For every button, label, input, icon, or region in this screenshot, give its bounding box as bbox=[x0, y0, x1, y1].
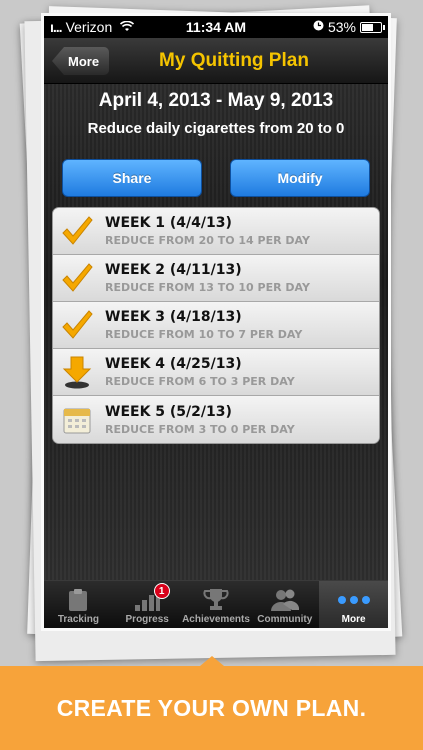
tab-label: Progress bbox=[125, 614, 169, 625]
week-title: WEEK 1 (4/4/13) bbox=[105, 215, 232, 231]
more-dots-icon bbox=[337, 586, 371, 614]
carrier-name: Verizon bbox=[65, 19, 113, 35]
week-title: WEEK 3 (4/18/13) bbox=[105, 309, 242, 325]
status-bar: ı... Verizon 11:34 AM 53% bbox=[44, 16, 388, 38]
tab-label: Community bbox=[257, 614, 313, 625]
tab-label: Achievements bbox=[182, 614, 250, 625]
week-row-4[interactable]: WEEK 4 (4/25/13) REDUCE FROM 6 TO 3 PER … bbox=[53, 349, 379, 396]
tab-bar: Tracking 1 Progress Achievements Communi… bbox=[44, 580, 388, 628]
tab-label: Tracking bbox=[57, 614, 99, 625]
action-buttons: Share Modify bbox=[44, 159, 388, 197]
wifi-icon bbox=[120, 20, 135, 35]
tab-tracking[interactable]: Tracking bbox=[44, 581, 113, 628]
checkmark-icon bbox=[59, 260, 95, 296]
plan-date-range: April 4, 2013 - May 9, 2013 bbox=[98, 90, 334, 111]
week-goal: REDUCE FROM 10 TO 7 PER DAY bbox=[105, 328, 303, 341]
plan-content: April 4, 2013 - May 9, 2013 Reduce daily… bbox=[44, 84, 388, 580]
phone-screen: ı... Verizon 11:34 AM 53% More My Quitti… bbox=[44, 16, 388, 628]
week-goal: REDUCE FROM 6 TO 3 PER DAY bbox=[105, 375, 295, 388]
week-row-5[interactable]: WEEK 5 (5/2/13) REDUCE FROM 3 TO 0 PER D… bbox=[53, 396, 379, 443]
week-title: WEEK 4 (4/25/13) bbox=[105, 356, 242, 372]
current-arrow-icon bbox=[59, 354, 95, 390]
week-goal: REDUCE FROM 13 TO 10 PER DAY bbox=[105, 281, 310, 294]
share-button[interactable]: Share bbox=[62, 159, 202, 197]
clipboard-icon bbox=[68, 586, 88, 614]
tab-progress[interactable]: 1 Progress bbox=[113, 581, 182, 628]
navigation-bar: More My Quitting Plan bbox=[44, 38, 388, 84]
tab-achievements[interactable]: Achievements bbox=[182, 581, 251, 628]
notification-badge: 1 bbox=[153, 583, 170, 599]
tab-more[interactable]: More bbox=[319, 581, 388, 628]
week-goal: REDUCE FROM 3 TO 0 PER DAY bbox=[105, 422, 295, 436]
people-icon bbox=[270, 586, 300, 614]
alarm-clock-icon bbox=[313, 20, 324, 34]
tab-community[interactable]: Community bbox=[250, 581, 319, 628]
week-title: WEEK 2 (4/11/13) bbox=[105, 262, 242, 278]
promo-banner: CREATE YOUR OWN PLAN. bbox=[0, 656, 423, 750]
week-row-1[interactable]: WEEK 1 (4/4/13) REDUCE FROM 20 TO 14 PER… bbox=[53, 208, 379, 255]
signal-icon: ı... bbox=[50, 19, 63, 35]
plan-summary: Reduce daily cigarettes from 20 to 0 bbox=[87, 120, 345, 137]
trophy-icon bbox=[203, 586, 229, 614]
week-row-2[interactable]: WEEK 2 (4/11/13) REDUCE FROM 13 TO 10 PE… bbox=[53, 255, 379, 302]
modify-button[interactable]: Modify bbox=[230, 159, 370, 197]
week-goal: REDUCE FROM 20 TO 14 PER DAY bbox=[105, 234, 310, 247]
checkmark-icon bbox=[59, 213, 95, 249]
banner-caption: CREATE YOUR OWN PLAN. bbox=[56, 694, 367, 721]
calendar-icon bbox=[59, 402, 95, 438]
battery-percent: 53% bbox=[327, 19, 356, 35]
back-button[interactable]: More bbox=[52, 47, 110, 75]
battery-icon bbox=[360, 21, 385, 33]
checkmark-icon bbox=[59, 307, 95, 343]
banner-pointer bbox=[200, 656, 224, 666]
weeks-list: WEEK 1 (4/4/13) REDUCE FROM 20 TO 14 PER… bbox=[52, 207, 380, 444]
week-title: WEEK 5 (5/2/13) bbox=[105, 403, 232, 420]
week-row-3[interactable]: WEEK 3 (4/18/13) REDUCE FROM 10 TO 7 PER… bbox=[53, 302, 379, 349]
tab-label: More bbox=[341, 614, 366, 625]
